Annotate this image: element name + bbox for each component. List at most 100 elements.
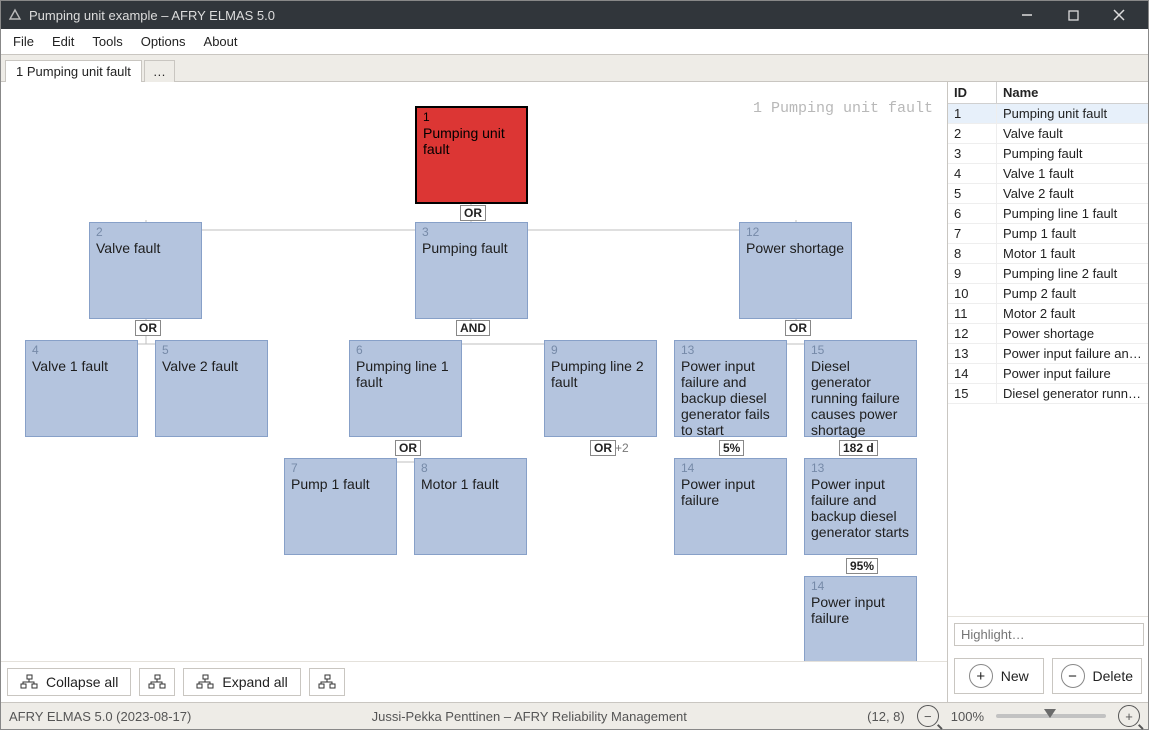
expand-icon-button[interactable] (309, 668, 345, 696)
node-7-pump-1-fault[interactable]: 7 Pump 1 fault (284, 458, 397, 555)
node-12-power-shortage[interactable]: 12 Power shortage (739, 222, 852, 319)
list-item-id: 3 (948, 144, 997, 163)
node-label: Pump 1 fault (291, 476, 390, 492)
close-button[interactable] (1096, 1, 1142, 29)
list-item[interactable]: 12Power shortage (948, 324, 1148, 344)
delete-label: Delete (1093, 668, 1133, 684)
list-item-id: 15 (948, 384, 997, 403)
list-item[interactable]: 4Valve 1 fault (948, 164, 1148, 184)
node-14-power-input-failure-b[interactable]: 14 Power input failure (804, 576, 917, 661)
col-name[interactable]: Name (997, 82, 1148, 103)
menu-edit[interactable]: Edit (44, 31, 82, 52)
node-5-valve-2-fault[interactable]: 5 Valve 2 fault (155, 340, 268, 437)
node-id: 14 (811, 580, 910, 594)
list-item-name: Pump 2 fault (997, 284, 1148, 303)
menubar: File Edit Tools Options About (1, 29, 1148, 55)
zoom-out-button[interactable]: − (917, 705, 939, 727)
node-13-power-input-failure-start-fail[interactable]: 13 Power input failure and backup diesel… (674, 340, 787, 437)
menu-tools[interactable]: Tools (84, 31, 130, 52)
fault-tree-canvas[interactable]: 1 Pumping unit fault (1, 82, 947, 661)
highlight-input[interactable] (954, 623, 1144, 646)
list-item-id: 11 (948, 304, 997, 323)
list-item[interactable]: 14Power input failure (948, 364, 1148, 384)
gate-or: OR (135, 320, 161, 336)
list-item[interactable]: 9Pumping line 2 fault (948, 264, 1148, 284)
list-item[interactable]: 7Pump 1 fault (948, 224, 1148, 244)
annot-182d: 182 d (839, 440, 878, 456)
node-label: Diesel generator running failure causes … (811, 358, 910, 438)
list-item-name: Pumping unit fault (997, 104, 1148, 123)
menu-options[interactable]: Options (133, 31, 194, 52)
node-id: 8 (421, 462, 520, 476)
node-label: Valve 2 fault (162, 358, 261, 374)
list-item-id: 1 (948, 104, 997, 123)
node-6-pumping-line-1-fault[interactable]: 6 Pumping line 1 fault (349, 340, 462, 437)
collapsed-plus-2[interactable]: +2 (615, 441, 629, 455)
collapse-icon-button[interactable] (139, 668, 175, 696)
node-14-power-input-failure-a[interactable]: 14 Power input failure (674, 458, 787, 555)
col-id[interactable]: ID (948, 82, 997, 103)
statusbar: AFRY ELMAS 5.0 (2023-08-17) Jussi-Pekka … (1, 702, 1148, 729)
new-label: New (1001, 668, 1029, 684)
tab-more[interactable]: … (144, 60, 175, 82)
node-label: Power input failure and backup diesel ge… (811, 476, 910, 540)
zoom-slider[interactable] (996, 714, 1106, 718)
list-item[interactable]: 2Valve fault (948, 124, 1148, 144)
collapse-all-button[interactable]: Collapse all (7, 668, 131, 696)
node-2-valve-fault[interactable]: 2 Valve fault (89, 222, 202, 319)
node-8-motor-1-fault[interactable]: 8 Motor 1 fault (414, 458, 527, 555)
gate-and: AND (456, 320, 490, 336)
node-15-diesel-generator-failure[interactable]: 15 Diesel generator running failure caus… (804, 340, 917, 437)
list-item[interactable]: 1Pumping unit fault (948, 104, 1148, 124)
node-3-pumping-fault[interactable]: 3 Pumping fault (415, 222, 528, 319)
tab-pumping-unit-fault[interactable]: 1 Pumping unit fault (5, 60, 142, 82)
list-item[interactable]: 6Pumping line 1 fault (948, 204, 1148, 224)
list-item-name: Pumping line 2 fault (997, 264, 1148, 283)
app-icon (7, 7, 23, 23)
right-panel-body[interactable]: 1Pumping unit fault2Valve fault3Pumping … (948, 104, 1148, 616)
maximize-button[interactable] (1050, 1, 1096, 29)
minimize-button[interactable] (1004, 1, 1050, 29)
node-13-power-input-failure-start[interactable]: 13 Power input failure and backup diesel… (804, 458, 917, 555)
node-9-pumping-line-2-fault[interactable]: 9 Pumping line 2 fault (544, 340, 657, 437)
titlebar: Pumping unit example – AFRY ELMAS 5.0 (1, 1, 1148, 29)
menu-file[interactable]: File (5, 31, 42, 52)
node-id: 12 (746, 226, 845, 240)
tree-collapse-icon (20, 674, 38, 690)
node-label: Pumping line 2 fault (551, 358, 650, 390)
new-button[interactable]: + New (954, 658, 1044, 694)
status-coords: (12, 8) (867, 709, 905, 724)
node-4-valve-1-fault[interactable]: 4 Valve 1 fault (25, 340, 138, 437)
list-item[interactable]: 15Diesel generator running fail... (948, 384, 1148, 404)
node-1-pumping-unit-fault[interactable]: 1 Pumping unit fault (415, 106, 528, 204)
node-id: 4 (32, 344, 131, 358)
expand-all-button[interactable]: Expand all (183, 668, 300, 696)
tree-collapse-icon (148, 674, 166, 690)
list-item[interactable]: 13Power input failure and bac... (948, 344, 1148, 364)
list-item-name: Power input failure (997, 364, 1148, 383)
list-item-name: Pumping line 1 fault (997, 204, 1148, 223)
annot-95pct: 95% (846, 558, 878, 574)
list-item-name: Diesel generator running fail... (997, 384, 1148, 403)
list-item-name: Valve 2 fault (997, 184, 1148, 203)
node-id: 6 (356, 344, 455, 358)
list-item[interactable]: 8Motor 1 fault (948, 244, 1148, 264)
list-item[interactable]: 5Valve 2 fault (948, 184, 1148, 204)
status-version: AFRY ELMAS 5.0 (2023-08-17) (9, 709, 191, 724)
list-item[interactable]: 3Pumping fault (948, 144, 1148, 164)
list-item[interactable]: 10Pump 2 fault (948, 284, 1148, 304)
minus-icon: − (1061, 664, 1085, 688)
zoom-in-button[interactable]: + (1118, 705, 1140, 727)
node-label: Motor 1 fault (421, 476, 520, 492)
list-item[interactable]: 11Motor 2 fault (948, 304, 1148, 324)
window-title: Pumping unit example – AFRY ELMAS 5.0 (29, 8, 1004, 23)
menu-about[interactable]: About (196, 31, 246, 52)
list-item-name: Pumping fault (997, 144, 1148, 163)
list-item-name: Pump 1 fault (997, 224, 1148, 243)
right-panel-tools (948, 616, 1148, 652)
delete-button[interactable]: − Delete (1052, 658, 1142, 694)
node-id: 2 (96, 226, 195, 240)
node-label: Pumping fault (422, 240, 521, 256)
gate-or: OR (590, 440, 616, 456)
list-item-id: 12 (948, 324, 997, 343)
